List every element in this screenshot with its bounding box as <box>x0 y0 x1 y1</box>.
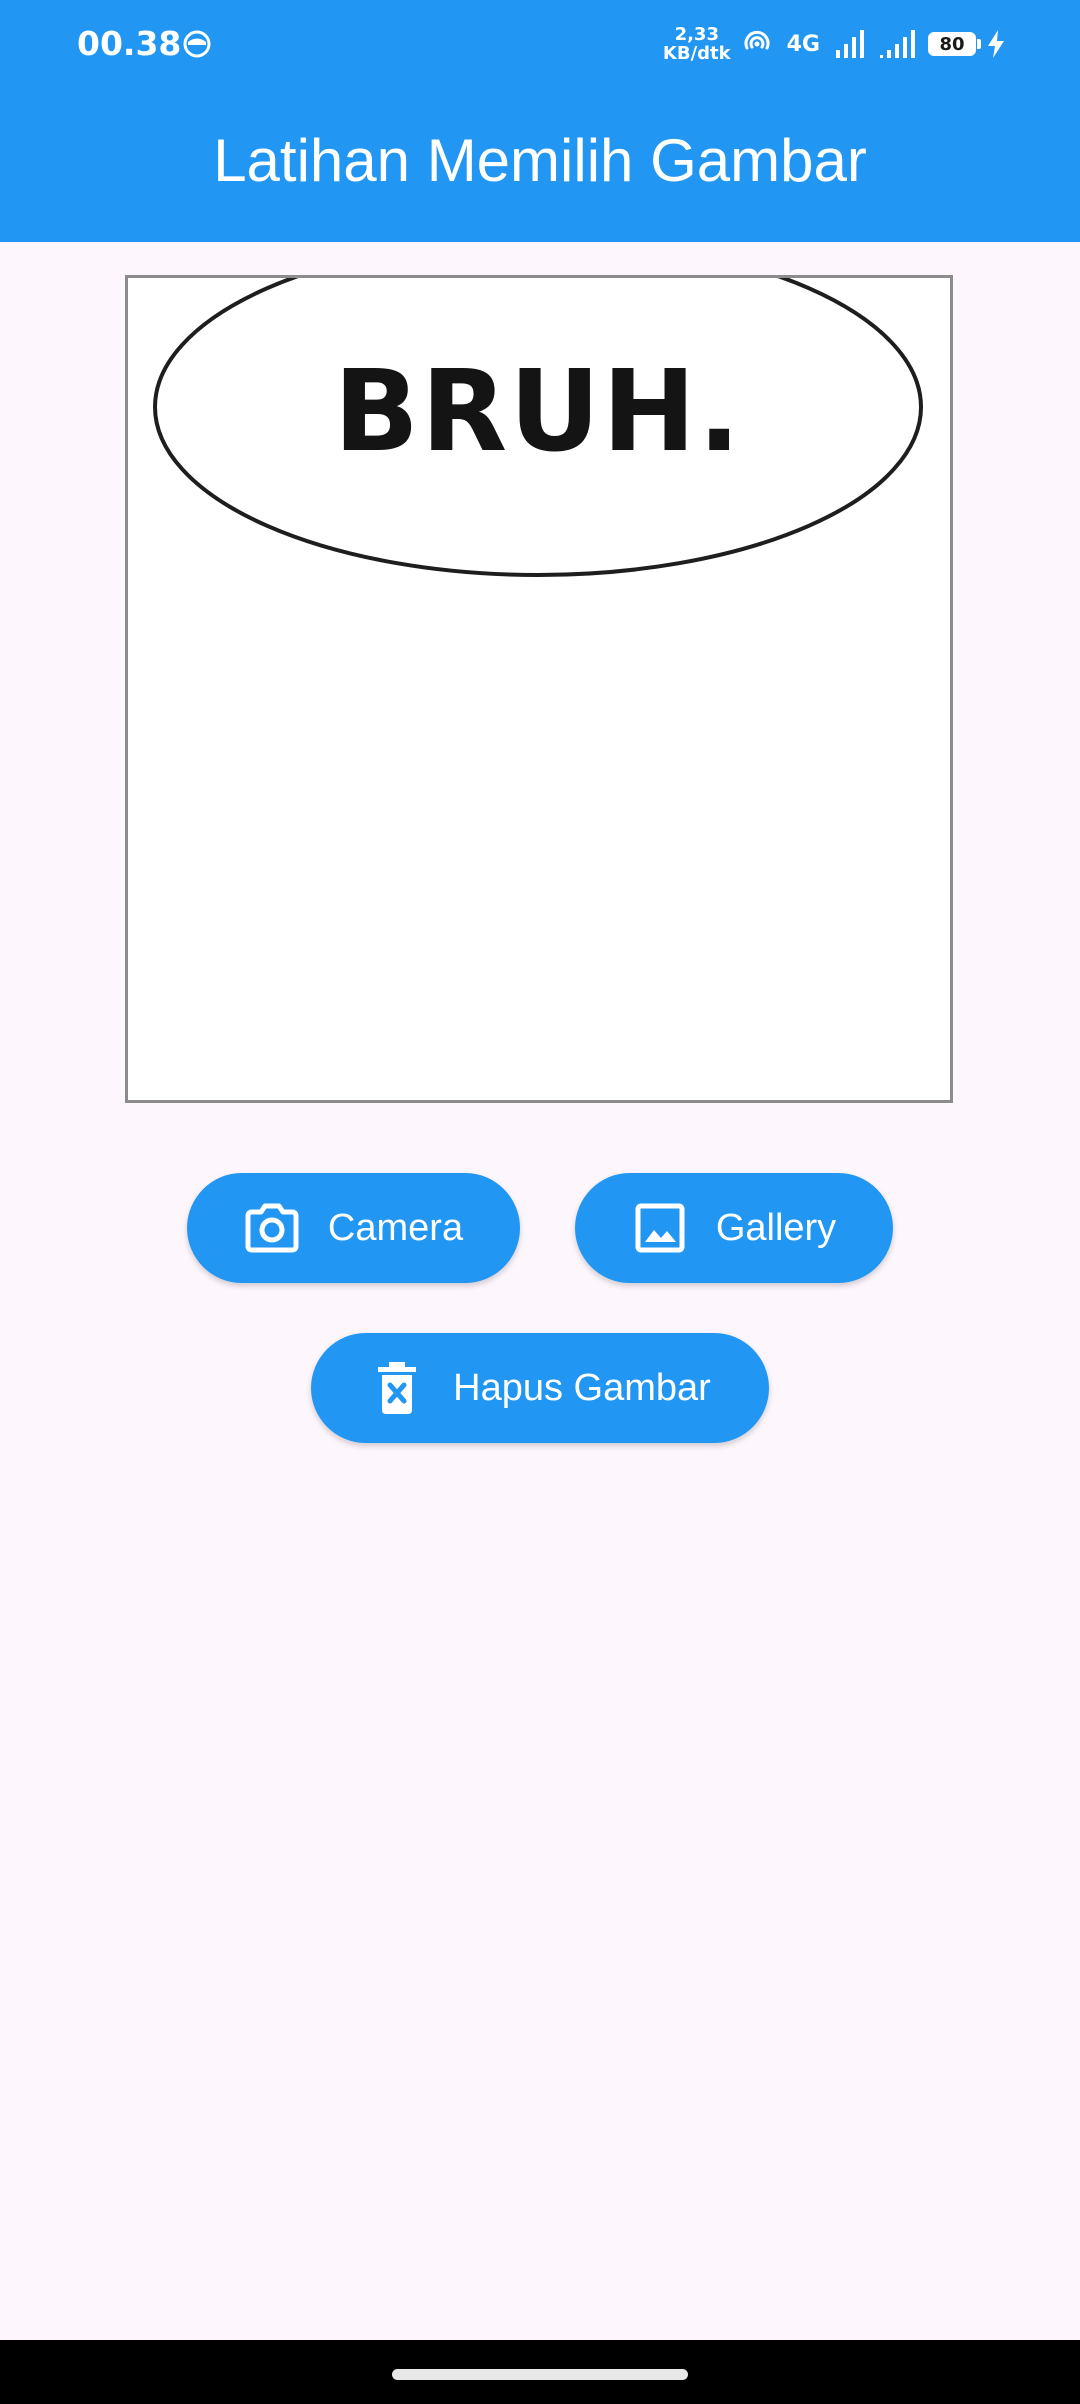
speech-bubble-text: BRUH. <box>334 347 743 477</box>
network-speed: 2,33 KB/dtk <box>663 25 731 63</box>
selected-image: BRUH. <box>128 278 950 1100</box>
gallery-button[interactable]: Gallery <box>575 1173 893 1283</box>
network-type: 4G <box>786 31 820 57</box>
camera-button-label: Camera <box>327 1206 464 1249</box>
gallery-button-label: Gallery <box>715 1206 837 1249</box>
system-navigation-bar <box>0 2340 1080 2404</box>
battery-icon: 80 <box>928 32 981 56</box>
page-title: Latihan Memilih Gambar <box>213 127 867 194</box>
status-icons: 2,33 KB/dtk 4G 80 <box>663 22 1006 66</box>
gesture-home-handle[interactable] <box>392 2369 688 2380</box>
notification-app-icon <box>183 30 211 58</box>
signal-icon-sim2 <box>880 30 915 58</box>
delete-image-button[interactable]: Hapus Gambar <box>311 1333 769 1443</box>
camera-button[interactable]: Camera <box>187 1173 520 1283</box>
delete-image-button-label: Hapus Gambar <box>453 1366 711 1409</box>
charging-icon <box>988 30 1004 58</box>
delete-icon <box>369 1360 425 1416</box>
network-speed-value: 2,33 <box>674 24 719 45</box>
hotspot-icon <box>744 30 770 50</box>
image-icon <box>632 1200 688 1256</box>
camera-icon <box>244 1200 300 1256</box>
battery-level: 80 <box>939 33 965 55</box>
network-speed-unit: KB/dtk <box>662 43 731 64</box>
app-bar: 00.38 2,33 KB/dtk 4G 80 Latihan Memilih … <box>0 0 1080 242</box>
status-bar: 00.38 2,33 KB/dtk 4G 80 <box>0 0 1080 90</box>
status-time: 00.38 <box>77 24 182 63</box>
selected-image-preview: BRUH. <box>125 275 953 1103</box>
signal-icon-sim1 <box>836 30 864 58</box>
